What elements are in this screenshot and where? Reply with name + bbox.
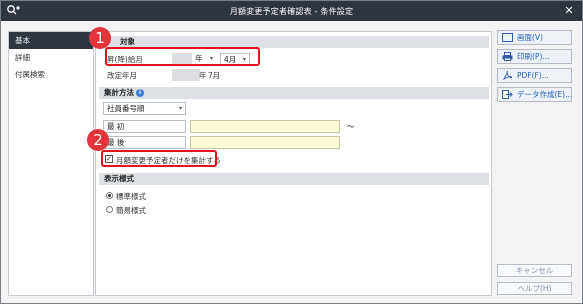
- screen-icon: [502, 33, 513, 42]
- sidebar-item-basic[interactable]: 基本: [9, 32, 93, 49]
- annotation-badge-1: 1: [89, 27, 111, 49]
- revised-year-value: [172, 69, 200, 81]
- window-title: 月額変更予定者確認表 - 条件設定: [229, 7, 354, 16]
- first-code-input[interactable]: 最 初: [103, 120, 186, 133]
- radio-standard-label[interactable]: 標準様式: [116, 191, 146, 202]
- revised-label: 改定年月: [107, 71, 137, 80]
- section-aggregate-head: 集計方法: [99, 87, 489, 99]
- sidebar-item-attached-search[interactable]: 付属検索: [9, 66, 93, 83]
- screen-button[interactable]: 画面(V): [497, 30, 572, 45]
- radio-simple[interactable]: [106, 206, 113, 213]
- pdf-icon: [503, 71, 513, 80]
- print-button[interactable]: 印刷(P)...: [497, 49, 572, 64]
- sort-order-select[interactable]: 社員番号順 ▾: [103, 102, 186, 115]
- export-icon: [502, 90, 513, 99]
- close-icon[interactable]: ✕: [562, 4, 576, 18]
- annotation-frame-2: [101, 150, 217, 167]
- pdf-button[interactable]: PDF(F)...: [497, 68, 572, 83]
- printer-icon: [502, 52, 513, 61]
- sidebar-item-detail[interactable]: 詳細: [9, 49, 93, 66]
- range-mark: ～: [347, 122, 355, 131]
- section-display-head: 表示様式: [99, 173, 489, 185]
- chevron-down-icon: ▾: [178, 105, 182, 112]
- info-icon[interactable]: i: [136, 89, 144, 97]
- first-name-display: [190, 120, 340, 133]
- last-name-display: [190, 136, 340, 149]
- data-export-button[interactable]: データ作成(E)...: [497, 87, 572, 102]
- sidebar: 基本 詳細 付属検索: [8, 31, 94, 296]
- revised-month-value: 7月: [208, 71, 221, 80]
- radio-standard[interactable]: [106, 192, 113, 199]
- last-code-input[interactable]: 最 後: [103, 136, 186, 149]
- radio-simple-label[interactable]: 簡易様式: [116, 205, 146, 216]
- cancel-button[interactable]: キャンセル: [497, 264, 572, 277]
- annotation-badge-2: 2: [87, 129, 109, 151]
- dialog-window: 月額変更予定者確認表 - 条件設定 ✕ 基本 詳細 付属検索 対象 昇(降)給月…: [0, 0, 583, 304]
- annotation-frame-1: [105, 47, 260, 66]
- revised-year-unit: 年: [199, 71, 207, 80]
- help-button[interactable]: ヘルプ(H): [497, 282, 572, 295]
- title-bar: 月額変更予定者確認表 - 条件設定 ✕: [1, 1, 582, 21]
